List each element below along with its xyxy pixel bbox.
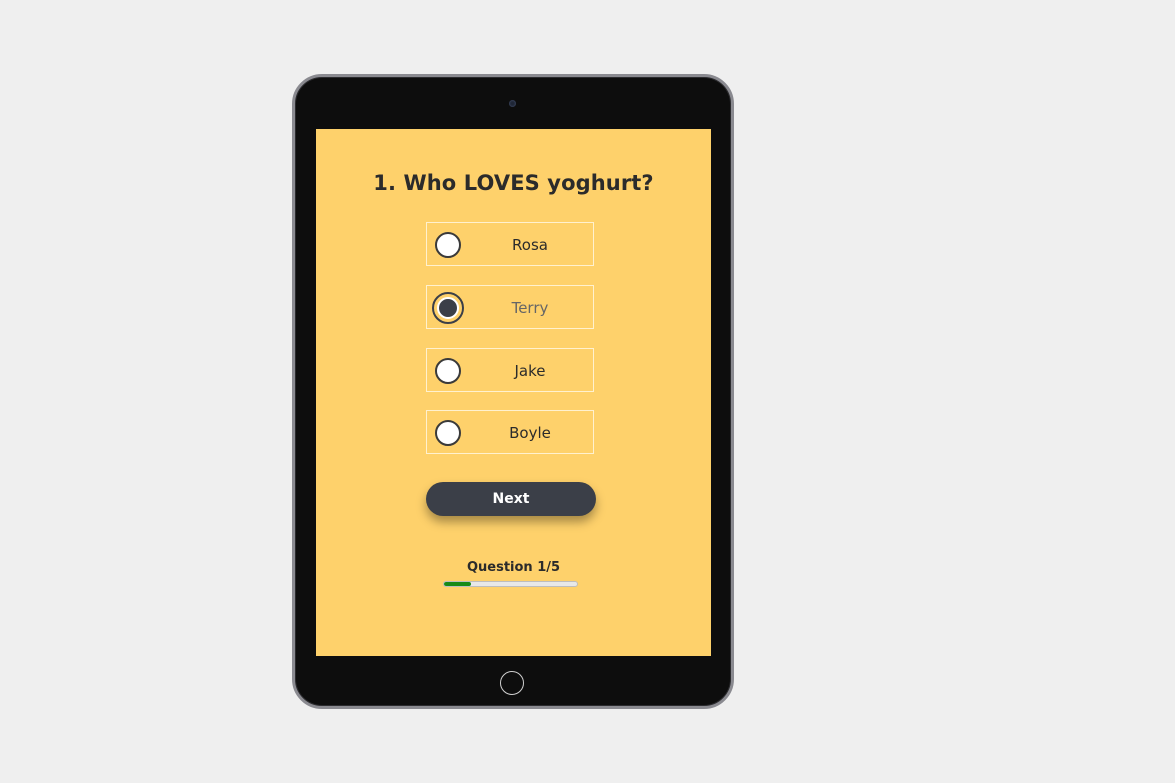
option-label: Rosa [512, 236, 548, 254]
option-boyle[interactable]: Boyle [426, 410, 594, 454]
option-jake[interactable]: Jake [426, 348, 594, 392]
home-button[interactable] [500, 671, 524, 695]
progress-label: Question 1/5 [466, 560, 561, 575]
option-label: Terry [511, 299, 549, 317]
option-terry[interactable]: Terry [426, 285, 594, 329]
question-title: 1. Who LOVES yoghurt? [373, 171, 654, 195]
tablet-frame: 1. Who LOVES yoghurt? Rosa Terry Jake Bo… [292, 74, 734, 709]
option-label: Jake [514, 362, 546, 380]
progress-fill [444, 582, 471, 586]
radio-unchecked-icon[interactable] [435, 420, 461, 446]
option-rosa[interactable]: Rosa [426, 222, 594, 266]
quiz-screen: 1. Who LOVES yoghurt? Rosa Terry Jake Bo… [316, 129, 711, 656]
option-label: Boyle [509, 424, 551, 442]
radio-checked-icon[interactable] [432, 292, 464, 324]
camera-icon [509, 100, 516, 107]
progress-bar [443, 581, 578, 587]
next-button[interactable]: Next [426, 482, 596, 516]
radio-unchecked-icon[interactable] [435, 232, 461, 258]
radio-unchecked-icon[interactable] [435, 358, 461, 384]
